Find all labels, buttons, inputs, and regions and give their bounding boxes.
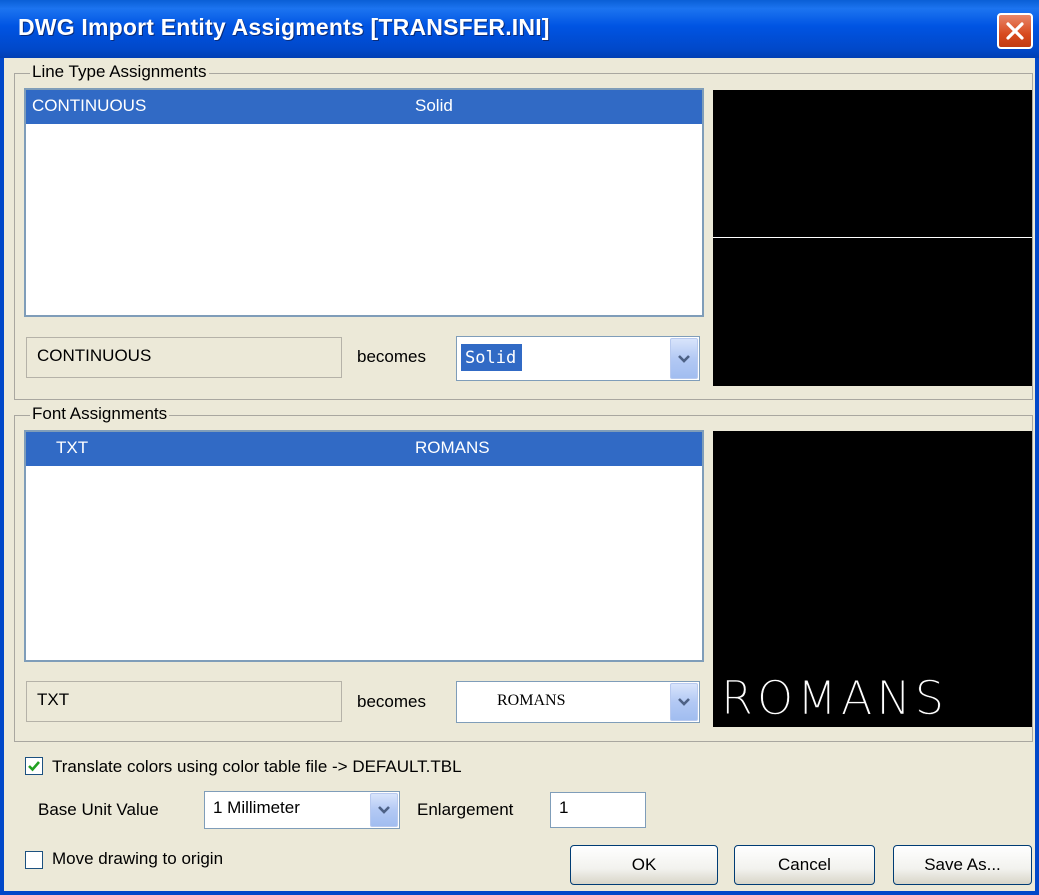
line-type-group-label: Line Type Assignments (30, 62, 209, 82)
chevron-down-icon (678, 354, 690, 363)
line-type-preview (713, 90, 1032, 386)
close-icon (1006, 22, 1024, 40)
line-type-row-target: Solid (415, 96, 453, 115)
title-bar: DWG Import Entity Assigments [TRANSFER.I… (0, 0, 1039, 58)
font-becomes-label: becomes (357, 692, 426, 711)
base-unit-combo[interactable]: 1 Millimeter (204, 791, 400, 829)
base-unit-combo-arrow[interactable] (370, 793, 398, 827)
base-unit-label: Base Unit Value (38, 800, 159, 819)
font-row-target: ROMANS (415, 438, 490, 457)
enlargement-label: Enlargement (417, 800, 514, 819)
line-type-becomes-label: becomes (357, 347, 426, 366)
line-type-row-source: CONTINUOUS (32, 96, 147, 115)
line-type-combo-value: Solid (461, 344, 523, 371)
font-preview-text: ROMANS (721, 671, 948, 725)
font-combo[interactable]: ROMANS (456, 681, 700, 723)
cancel-button[interactable]: Cancel (734, 845, 875, 885)
move-to-origin-label[interactable]: Move drawing to origin (52, 849, 223, 869)
save-as-button[interactable]: Save As... (893, 845, 1032, 885)
line-type-source-field: CONTINUOUS (26, 337, 342, 378)
font-combo-value: ROMANS (497, 692, 566, 709)
line-preview-stroke (713, 237, 1032, 238)
chevron-down-icon (378, 806, 390, 814)
line-type-list[interactable]: CONTINUOUS Solid (24, 88, 704, 317)
base-unit-value: 1 Millimeter (213, 798, 300, 817)
translate-colors-checkbox[interactable] (25, 757, 43, 775)
close-button[interactable] (997, 13, 1033, 49)
line-type-combo[interactable]: Solid (456, 336, 700, 381)
font-row-source: TXT (56, 438, 89, 457)
font-preview: ROMANS (713, 431, 1032, 727)
font-row[interactable]: TXT ROMANS (26, 432, 702, 466)
font-combo-arrow[interactable] (670, 683, 698, 721)
move-to-origin-checkbox[interactable] (25, 851, 43, 869)
translate-colors-label[interactable]: Translate colors using color table file … (52, 757, 462, 777)
checkmark-icon (28, 761, 40, 772)
enlargement-input[interactable]: 1 (550, 792, 646, 828)
window-title: DWG Import Entity Assigments [TRANSFER.I… (18, 14, 550, 40)
ok-button[interactable]: OK (570, 845, 718, 885)
font-list[interactable]: TXT ROMANS (24, 430, 704, 662)
line-type-row[interactable]: CONTINUOUS Solid (26, 90, 702, 124)
font-source-field: TXT (26, 681, 342, 722)
line-type-combo-arrow[interactable] (670, 338, 698, 379)
chevron-down-icon (678, 698, 690, 706)
font-group-label: Font Assignments (30, 404, 170, 424)
